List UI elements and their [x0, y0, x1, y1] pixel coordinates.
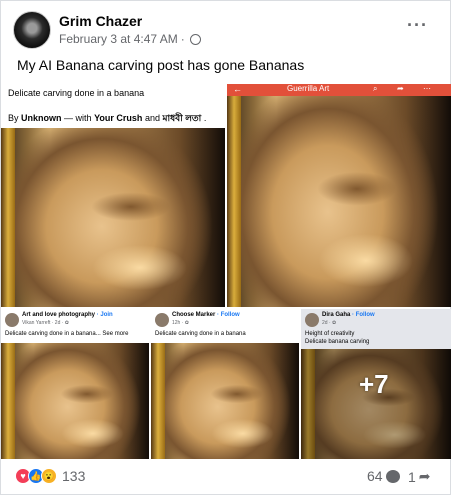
tile-caption: Delicate carving done in a banana — [8, 88, 145, 98]
source-text: Height of creativity — [305, 331, 355, 337]
wow-icon: 😮 — [41, 468, 57, 484]
photo-tile-5[interactable]: Dira Gaha · Follow 2d · ✿ Height of crea… — [301, 309, 451, 459]
comment-icon — [385, 469, 400, 483]
reactions-summary[interactable]: ♥ 👍 😮 133 — [15, 468, 85, 484]
search-icon: ⌕ — [373, 84, 378, 93]
post-caption: My AI Banana carving post has gone Banan… — [17, 57, 305, 73]
avatar — [305, 313, 319, 327]
screenshot-header: Dira Gaha · Follow 2d · ✿ Height of crea… — [301, 309, 451, 349]
banana-carving-image — [151, 343, 299, 459]
source-text: Delicate carving done in a banana... See… — [5, 331, 129, 337]
source-name: Art and love photography · Join — [22, 312, 113, 318]
more-photos-overlay[interactable]: +7 — [359, 369, 389, 400]
banana-carving-image — [1, 343, 149, 459]
app-bar-page-name: Guerrilla Art — [287, 84, 330, 93]
comments-count[interactable]: 64 — [367, 468, 400, 484]
globe-icon — [189, 33, 201, 45]
shares-count[interactable]: 1 ➦ — [408, 468, 431, 485]
photo-tile-4[interactable]: Choose Marker · Follow 12h · ✿ Delicate … — [151, 309, 299, 459]
reaction-count: 133 — [62, 468, 86, 484]
banana-carving-image — [227, 96, 451, 307]
photo-tile-3[interactable]: Art and love photography · Join Vikan Ya… — [1, 309, 149, 459]
screenshot-header: Art and love photography · Join Vikan Ya… — [1, 309, 149, 343]
source-meta: Vikan Yarreft · 2d · ✿ — [22, 320, 69, 326]
author-name[interactable]: Grim Chazer — [59, 13, 142, 29]
tag-unknown[interactable]: Unknown — [21, 113, 62, 123]
post-meta: February 3 at 4:47 AM · — [59, 32, 201, 46]
author-avatar[interactable] — [13, 11, 51, 49]
photo-tile-1[interactable]: Delicate carving done in a banana By Unk… — [1, 84, 225, 307]
tile-tags: By Unknown — with Your Crush and মাধবী ল… — [8, 113, 207, 123]
photo-tile-2[interactable]: ← Guerrilla Art ⌕ ➦ ⋯ — [227, 84, 451, 307]
post-timestamp[interactable]: February 3 at 4:47 AM — [59, 32, 178, 46]
source-text-2: Delicate banana carving — [305, 339, 370, 345]
banana-carving-image — [1, 128, 225, 307]
source-meta: 2d · ✿ — [322, 320, 337, 326]
app-bar: ← Guerrilla Art ⌕ ➦ ⋯ — [227, 84, 451, 96]
source-name: Dira Gaha · Follow — [322, 312, 375, 318]
source-name: Choose Marker · Follow — [172, 312, 240, 318]
tag-your-crush[interactable]: Your Crush — [94, 113, 142, 123]
share-icon: ➦ — [397, 84, 404, 93]
source-text: Delicate carving done in a banana — [155, 331, 246, 337]
more-options-icon[interactable]: ··· — [407, 15, 428, 36]
source-meta: 12h · ✿ — [172, 320, 189, 326]
share-icon: ➦ — [418, 468, 431, 484]
more-icon: ⋯ — [423, 84, 431, 93]
back-arrow-icon: ← — [233, 84, 242, 94]
tag-friend2[interactable]: মাধবী লতা — [162, 113, 201, 123]
banana-carving-image — [301, 349, 451, 459]
screenshot-header: Choose Marker · Follow 12h · ✿ Delicate … — [151, 309, 299, 343]
post-card: Grim Chazer February 3 at 4:47 AM · ··· … — [0, 0, 451, 495]
avatar — [155, 313, 169, 327]
meta-separator: · — [180, 32, 185, 46]
avatar — [5, 313, 19, 327]
